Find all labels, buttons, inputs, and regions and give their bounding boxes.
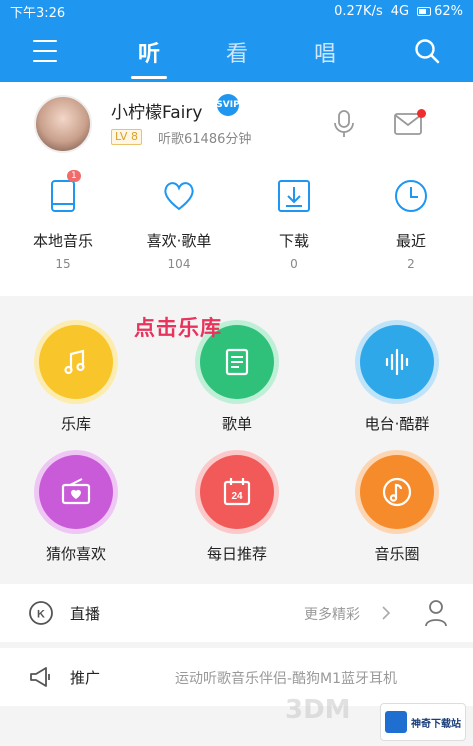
grid-music-circle[interactable]: 音乐圈	[338, 455, 456, 564]
quick-count: 104	[167, 257, 191, 271]
quick-favorites[interactable]: 喜欢·歌单 104	[120, 178, 238, 271]
avatar[interactable]	[34, 95, 92, 153]
quick-label: 本地音乐	[32, 232, 93, 250]
grid-music-library[interactable]: 乐库	[17, 325, 135, 434]
quick-recent[interactable]: 最近 2	[352, 178, 470, 271]
grid-circle	[360, 325, 434, 399]
grid-label: 每日推荐	[206, 545, 267, 563]
tab-listen[interactable]: 听	[124, 36, 174, 68]
quick-count: 15	[55, 257, 71, 271]
quick-count: 0	[290, 257, 298, 271]
live-row[interactable]: K 直播 更多精彩	[0, 584, 473, 642]
download-icon	[278, 180, 310, 212]
notification-dot	[417, 109, 426, 118]
promo-title: 推广	[70, 669, 101, 687]
status-time: 下午3:26	[10, 5, 66, 21]
phone-icon	[51, 180, 75, 212]
promo-text[interactable]: 运动听歌音乐伴侣-酷狗M1蓝牙耳机	[175, 668, 460, 688]
grid-circle	[360, 455, 434, 529]
grid-label: 歌单	[221, 415, 252, 433]
quick-download[interactable]: 下载 0	[235, 178, 353, 271]
tab-watch[interactable]: 看	[212, 36, 262, 68]
username[interactable]: 小柠檬Fairy	[111, 98, 202, 123]
music-note-icon	[64, 349, 85, 375]
network-speed: 0.27K/s	[334, 3, 383, 19]
quick-label: 喜欢·歌单	[146, 232, 212, 250]
quick-label: 最近	[395, 232, 426, 250]
megaphone-icon	[30, 667, 50, 687]
status-bar: 下午3:26 0.27K/s 4G 62%	[0, 0, 473, 22]
more-link[interactable]: 更多精彩	[304, 604, 360, 624]
profile-card: 小柠檬Fairy SVIP LV 8 听歌61486分钟 1 本地音乐 15 喜…	[0, 82, 473, 296]
search-icon[interactable]	[414, 38, 440, 64]
grid-label: 音乐圈	[374, 545, 420, 563]
svg-text:K: K	[37, 609, 45, 621]
grid-label: 电台·酷群	[364, 415, 430, 433]
local-music-badge: 1	[67, 170, 81, 182]
grid-label: 乐库	[60, 415, 91, 433]
heart-icon	[164, 182, 194, 211]
active-tab-indicator	[131, 76, 167, 79]
vip-badge[interactable]: SVIP	[216, 94, 240, 116]
chevron-right-icon	[382, 606, 391, 620]
level-badge: LV 8	[111, 129, 142, 145]
microphone-icon[interactable]	[332, 109, 356, 139]
promo-row[interactable]: 推广 运动听歌音乐伴侣-酷狗M1蓝牙耳机	[0, 648, 473, 706]
clock-icon	[395, 180, 427, 212]
grid-circle: 24	[200, 455, 274, 529]
battery-level: 62%	[434, 3, 463, 19]
watermark: 3DM	[285, 695, 351, 725]
calendar-icon: 24	[223, 478, 251, 506]
quick-count: 2	[407, 257, 415, 271]
radio-heart-icon	[61, 478, 91, 505]
grid-circle	[39, 325, 113, 399]
tutorial-annotation: 点击乐库	[134, 316, 222, 340]
menu-icon[interactable]	[33, 40, 57, 62]
grid-label: 猜你喜欢	[45, 545, 106, 563]
grid-circle	[39, 455, 113, 529]
playlist-icon	[225, 348, 249, 376]
site-logo-icon	[385, 711, 407, 733]
site-badge: 神奇下载站	[380, 703, 466, 741]
quick-local-music[interactable]: 1 本地音乐 15	[4, 170, 122, 271]
live-icon: K	[29, 601, 53, 625]
listen-time: 听歌61486分钟	[158, 132, 252, 147]
grid-daily-recommend[interactable]: 24 每日推荐	[178, 455, 296, 564]
person-icon[interactable]	[424, 599, 448, 627]
quick-label: 下载	[278, 232, 309, 250]
network-type: 4G	[390, 3, 410, 19]
top-nav: 听 看 唱	[0, 22, 473, 82]
music-circle-icon	[382, 477, 412, 507]
grid-radio[interactable]: 电台·酷群	[338, 325, 456, 434]
calendar-day: 24	[231, 491, 243, 502]
battery-icon	[417, 6, 432, 16]
battery-indicator: 62%	[417, 4, 463, 19]
grid-guess-you-like[interactable]: 猜你喜欢	[17, 455, 135, 564]
site-badge-text: 神奇下载站	[411, 718, 461, 730]
live-title: 直播	[70, 605, 101, 623]
tab-sing[interactable]: 唱	[300, 36, 350, 68]
radio-wave-icon	[385, 348, 409, 376]
